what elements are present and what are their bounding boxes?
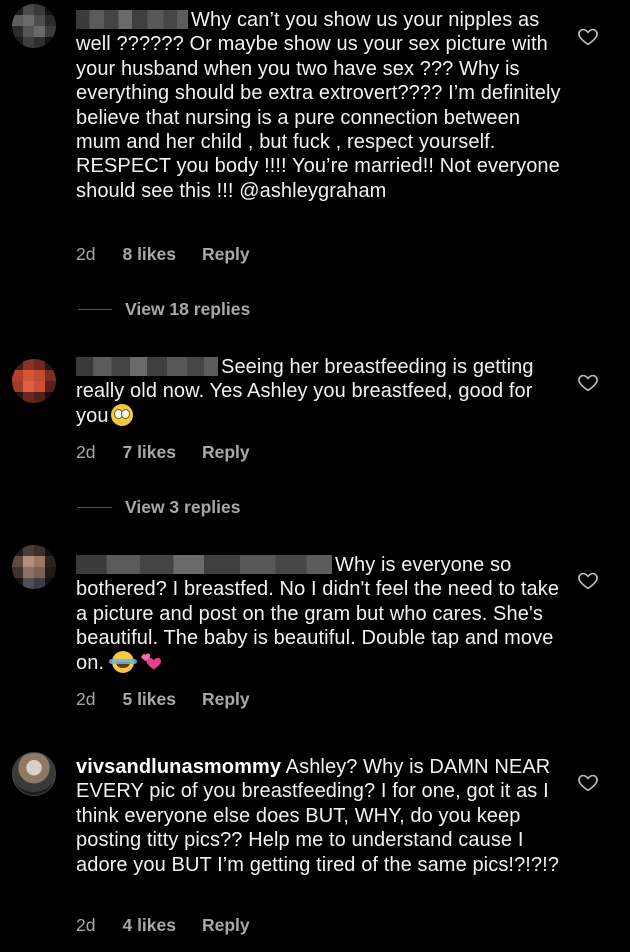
heart-icon[interactable] <box>577 25 599 47</box>
comment-meta: 2d 5 likes Reply <box>76 689 276 710</box>
view-replies-button[interactable]: View 3 replies <box>78 497 240 518</box>
comment-meta: 2d 7 likes Reply <box>76 442 276 463</box>
likes-count[interactable]: 8 likes <box>122 244 176 265</box>
view-replies-label: View 18 replies <box>125 299 251 319</box>
avatar[interactable] <box>12 545 56 589</box>
comment-text: Seeing her breastfeeding is getting real… <box>76 355 566 428</box>
view-replies-label: View 3 replies <box>125 497 241 517</box>
comment-meta: 2d 8 likes Reply <box>76 244 276 265</box>
comment-text: Why can’t you show us your nipples as we… <box>76 8 566 203</box>
likes-count[interactable]: 5 likes <box>122 689 176 710</box>
heart-icon[interactable] <box>577 771 599 793</box>
heart-icon[interactable] <box>577 569 599 591</box>
likes-count[interactable]: 7 likes <box>122 442 176 463</box>
redacted-username <box>76 555 332 574</box>
avatar[interactable] <box>12 752 56 796</box>
comment-body: Why can’t you show us your nipples as we… <box>76 9 561 202</box>
avatar[interactable] <box>12 4 56 48</box>
comment-age: 2d <box>76 244 96 264</box>
heart-icon[interactable] <box>577 371 599 393</box>
comment-text: Why is everyone so bothered? I breastfed… <box>76 553 566 675</box>
comment-text: vivsandlunasmommy Ashley? Why is DAMN NE… <box>76 755 566 877</box>
view-replies-button[interactable]: View 18 replies <box>78 299 250 320</box>
face-with-tears-of-joy-icon <box>108 650 137 673</box>
username[interactable]: vivsandlunasmommy <box>76 756 281 778</box>
reply-button[interactable]: Reply <box>202 915 250 936</box>
divider <box>78 507 112 508</box>
comment-meta: 2d 4 likes Reply <box>76 915 276 936</box>
avatar[interactable] <box>12 359 56 403</box>
reply-button[interactable]: Reply <box>202 244 250 265</box>
two-hearts-icon <box>140 653 161 669</box>
face-with-rolling-eyes-icon <box>110 403 133 426</box>
likes-count[interactable]: 4 likes <box>122 915 176 936</box>
redacted-username <box>76 10 188 29</box>
reply-button[interactable]: Reply <box>202 442 250 463</box>
comment-age: 2d <box>76 915 96 935</box>
reply-button[interactable]: Reply <box>202 689 250 710</box>
comment-age: 2d <box>76 689 96 709</box>
comment-age: 2d <box>76 442 96 462</box>
divider <box>78 309 112 310</box>
redacted-username <box>76 357 218 376</box>
